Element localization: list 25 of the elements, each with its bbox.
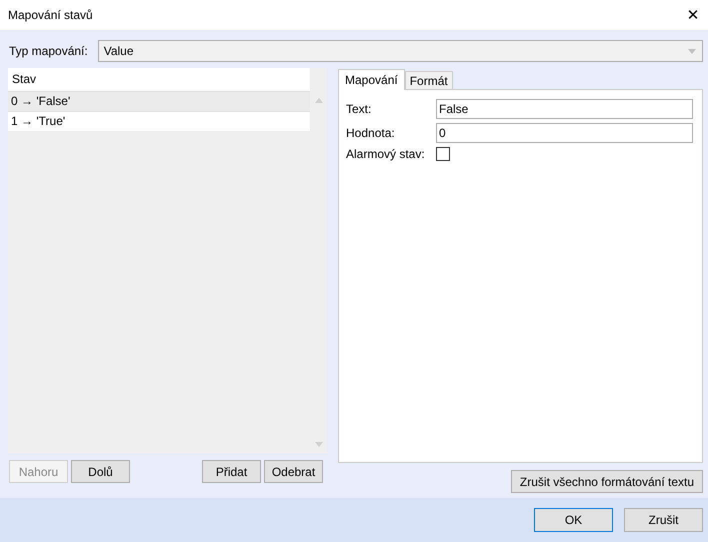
tab[interactable]: Mapování: [338, 69, 405, 90]
list-button[interactable]: Přidat: [202, 460, 261, 483]
value-input-field[interactable]: 0: [436, 123, 693, 143]
text-input-field[interactable]: False: [436, 99, 693, 119]
mapping-type-label: Typ mapování:: [9, 44, 88, 58]
window-title: Mapování stavů: [8, 8, 93, 22]
scroll-down-icon[interactable]: [314, 442, 322, 447]
list-button[interactable]: Dolů: [71, 460, 130, 483]
scroll-up-icon[interactable]: [314, 98, 322, 103]
tab[interactable]: Formát: [404, 71, 453, 89]
list-item[interactable]: 0 → 'False': [8, 91, 310, 111]
column-header: Stav: [8, 68, 310, 91]
dropdown-arrow-icon: [688, 48, 696, 54]
list-button[interactable]: Odebrat: [264, 460, 323, 483]
dialog-button[interactable]: OK: [534, 508, 613, 532]
close-button[interactable]: ✕: [678, 0, 708, 30]
field-label: Text:: [346, 102, 372, 116]
dialog-button[interactable]: Zrušit: [624, 508, 703, 532]
field-label: Alarmový stav:: [346, 147, 426, 161]
scrollbar[interactable]: [310, 68, 327, 453]
list-item[interactable]: 1 → 'True': [8, 111, 310, 131]
reset-formatting-button[interactable]: Zrušit všechno formátování textu: [510, 470, 703, 493]
alarm-checkbox[interactable]: [436, 147, 450, 161]
mapping-type-dropdown[interactable]: Value: [98, 40, 703, 62]
field-label: Hodnota:: [346, 126, 396, 140]
